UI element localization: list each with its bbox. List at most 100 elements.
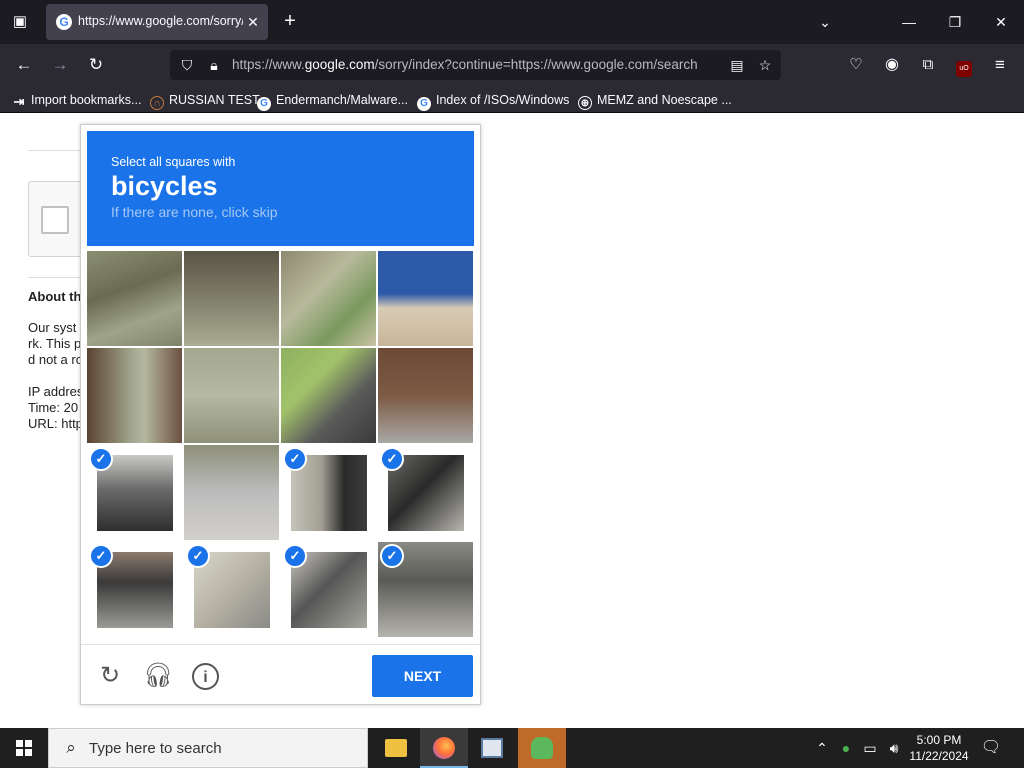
checkmark-icon: ✓ xyxy=(380,447,404,471)
captcha-tile[interactable] xyxy=(378,348,473,443)
menu-icon[interactable]: ≡ xyxy=(988,53,1012,77)
recaptcha-widget xyxy=(28,181,88,257)
checkmark-icon: ✓ xyxy=(186,544,210,568)
checkmark-icon: ✓ xyxy=(89,447,113,471)
captcha-instruction: Select all squares with xyxy=(111,155,236,169)
taskbar-clock[interactable]: 5:00 PM 11/22/2024 xyxy=(906,732,972,764)
headphones-icon[interactable]: 🎧︎ xyxy=(143,661,173,691)
pocket-icon[interactable]: ♡ xyxy=(844,53,868,77)
google-favicon-icon xyxy=(56,14,72,30)
about-text: d not a ro xyxy=(28,352,83,367)
captcha-header: Select all squares with bicycles If ther… xyxy=(87,131,474,246)
captcha-tile[interactable] xyxy=(378,251,473,346)
restore-icon[interactable]: ❐ xyxy=(943,10,967,34)
reader-view-icon[interactable]: ▤ xyxy=(726,54,748,76)
search-icon: ⌕ xyxy=(66,738,76,757)
divider xyxy=(28,277,88,278)
minimize-icon[interactable]: — xyxy=(897,10,921,34)
forward-icon[interactable]: → xyxy=(48,53,72,77)
bookmarks-toolbar: ⇥ Import bookmarks... ∩ RUSSIAN TEST G Ende… xyxy=(0,86,1024,113)
checkmark-icon: ✓ xyxy=(283,544,307,568)
windows-icon xyxy=(16,740,32,756)
ublock-icon[interactable]: uO xyxy=(952,53,976,77)
firefox-icon[interactable] xyxy=(420,728,468,768)
tab-close-icon[interactable]: ✕ xyxy=(244,12,262,32)
captcha-tile-selected[interactable]: ✓ xyxy=(378,445,473,540)
reload-challenge-icon[interactable]: ↻ xyxy=(95,661,125,691)
info-icon[interactable]: i xyxy=(192,663,219,690)
captcha-tile-selected[interactable]: ✓ xyxy=(378,542,473,637)
divider xyxy=(28,150,88,151)
url-text[interactable]: https://www.google.com/sorry/index?conti… xyxy=(232,57,718,74)
chevron-up-icon[interactable]: ⌃ xyxy=(812,738,832,758)
browser-tab-bar: ▣ https://www.google.com/sorry/index?con… xyxy=(0,0,1024,44)
taskbar-search[interactable]: ⌕ Type here to search xyxy=(48,728,368,768)
captcha-tile-selected[interactable]: ✓ xyxy=(281,445,376,540)
file-explorer-icon[interactable] xyxy=(372,728,420,768)
captcha-tile[interactable] xyxy=(184,445,279,540)
captcha-tile-selected[interactable]: ✓ xyxy=(87,445,182,540)
about-text: rk. This p xyxy=(28,336,82,351)
extensions-icon[interactable]: ⧉ xyxy=(916,53,940,77)
captcha-tile[interactable] xyxy=(87,348,182,443)
globe-icon: ⊕ xyxy=(578,96,592,110)
shield-icon[interactable]: ⛉ xyxy=(176,54,198,76)
captcha-tile[interactable] xyxy=(184,251,279,346)
tab-title: https://www.google.com/sorry/index?conti… xyxy=(78,14,243,28)
url-text: URL: http xyxy=(28,416,83,431)
url-bar[interactable]: ⛉ 🔒︎ https://www.google.com/sorry/index?… xyxy=(170,50,781,80)
captcha-tile[interactable] xyxy=(281,348,376,443)
captcha-tile[interactable] xyxy=(281,251,376,346)
navigation-bar: ← → ↻ ⛉ 🔒︎ https://www.google.com/sorry/… xyxy=(0,44,1024,86)
back-icon[interactable]: ← xyxy=(12,53,36,77)
about-text: Our syst xyxy=(28,320,77,335)
time-text: Time: 20 xyxy=(28,400,79,415)
captcha-footer: ↻ 🎧︎ i NEXT xyxy=(81,644,480,704)
checkmark-icon: ✓ xyxy=(380,544,404,568)
clock-date: 11/22/2024 xyxy=(909,749,969,763)
captcha-tile[interactable] xyxy=(184,348,279,443)
bookmark-import[interactable]: ⇥ Import bookmarks... xyxy=(12,91,142,109)
green-app-icon[interactable] xyxy=(518,728,566,768)
google-icon: G xyxy=(257,97,271,111)
horseshoe-icon: ∩ xyxy=(150,96,164,110)
search-placeholder: Type here to search xyxy=(89,740,222,757)
bookmark-russian-test[interactable]: ∩ RUSSIAN TEST xyxy=(150,91,260,110)
captcha-tile[interactable] xyxy=(87,251,182,346)
reload-icon[interactable]: ↻ xyxy=(84,53,108,77)
captcha-dialog: Select all squares with bicycles If ther… xyxy=(80,124,481,705)
captcha-hint: If there are none, click skip xyxy=(111,204,278,220)
checkmark-icon: ✓ xyxy=(89,544,113,568)
tab-list-icon[interactable]: ▣ xyxy=(8,10,32,34)
clock-time: 5:00 PM xyxy=(916,733,962,747)
google-icon: G xyxy=(417,97,431,111)
ip-address-text: IP addres xyxy=(28,384,84,399)
network-icon[interactable]: ▭ xyxy=(860,738,880,758)
captcha-image-grid: ✓ ✓ ✓ ✓ ✓ ✓ ✓ xyxy=(87,251,474,638)
captcha-tile-selected[interactable]: ✓ xyxy=(87,542,182,637)
close-window-icon[interactable]: ✕ xyxy=(989,10,1013,34)
captcha-tile-selected[interactable]: ✓ xyxy=(184,542,279,637)
start-button[interactable] xyxy=(0,728,48,768)
bookmark-memz[interactable]: ⊕ MEMZ and Noescape ... xyxy=(578,91,732,110)
account-icon[interactable]: ◉ xyxy=(880,53,904,77)
notifications-icon[interactable]: 🗨︎ xyxy=(980,738,1002,758)
volume-icon[interactable]: 🔊︎ xyxy=(884,738,904,758)
user-icon[interactable]: ● xyxy=(836,738,856,758)
next-button[interactable]: NEXT xyxy=(372,655,473,697)
recaptcha-checkbox[interactable] xyxy=(41,206,69,234)
bookmark-isos-windows[interactable]: G Index of /ISOs/Windows xyxy=(417,91,569,111)
checkmark-icon: ✓ xyxy=(283,447,307,471)
chevron-down-icon[interactable]: ⌄ xyxy=(813,10,837,34)
lock-icon[interactable]: 🔒︎ xyxy=(203,54,225,76)
import-icon: ⇥ xyxy=(13,94,25,109)
new-tab-icon[interactable]: + xyxy=(278,10,302,34)
bookmark-endermanch[interactable]: G Endermanch/Malware... xyxy=(257,91,408,111)
taskbar: ⌕ Type here to search ⌃ ● ▭ 🔊︎ 5:00 PM 1… xyxy=(0,728,1024,768)
bookmark-star-icon[interactable]: ☆ xyxy=(754,54,776,76)
about-heading: About th xyxy=(28,289,82,304)
captcha-target: bicycles xyxy=(111,171,218,201)
browser-tab[interactable]: https://www.google.com/sorry/index?conti… xyxy=(46,4,268,40)
app-window-icon[interactable] xyxy=(468,728,516,768)
captcha-tile-selected[interactable]: ✓ xyxy=(281,542,376,637)
